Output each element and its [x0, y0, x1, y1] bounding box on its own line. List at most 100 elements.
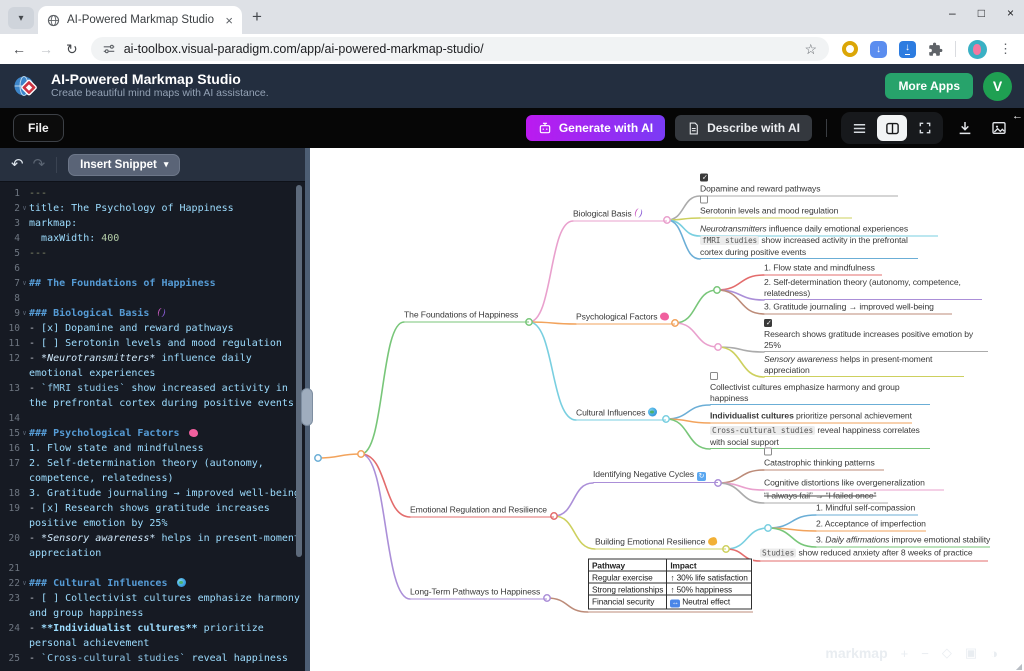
globe-icon — [648, 408, 657, 417]
node-individualist[interactable]: Individualist cultures prioritize person… — [710, 411, 912, 424]
file-menu-button[interactable]: File — [13, 114, 64, 142]
node-cognitive-distortions[interactable]: Cognitive distortions like overgeneraliz… — [764, 478, 944, 491]
reload-icon[interactable]: ↻ — [66, 42, 78, 56]
node-long-term[interactable]: Long-Term Pathways to Happiness — [410, 587, 547, 600]
theme-toggle-button[interactable]: ◑ — [990, 646, 998, 661]
window-minimize-button[interactable]: – — [949, 6, 956, 20]
node-circle[interactable] — [315, 455, 321, 461]
fold-icon[interactable]: ∨ — [20, 426, 29, 441]
editor-line: 10- [x] Dopamine and reward pathways — [2, 321, 305, 336]
node-research-gratitude[interactable]: Research shows gratitude increases posit… — [764, 319, 988, 352]
extension-save-icon[interactable]: ↓ — [899, 41, 916, 58]
code-text: - *Neurotransmitters* influence daily em… — [29, 351, 303, 381]
node-daily-affirmations[interactable]: 3. Daily affirmations improve emotional … — [816, 535, 990, 548]
window-maximize-button[interactable]: □ — [978, 6, 985, 20]
editor-line: 19- [x] Research shows gratitude increas… — [2, 501, 305, 531]
extensions-puzzle-icon[interactable] — [928, 42, 943, 57]
app-toolbar: File Generate with AI Describe with AI ← — [0, 108, 1024, 148]
site-settings-icon[interactable] — [103, 43, 115, 55]
node-foundations[interactable]: The Foundations of Happiness — [404, 310, 529, 323]
editor-lines[interactable]: 1---2∨title: The Psychology of Happiness… — [0, 182, 305, 666]
line-number: 21 — [2, 561, 20, 576]
new-tab-button[interactable]: + — [252, 7, 262, 27]
node-circle[interactable] — [715, 344, 721, 350]
code-text: - `Cross-cultural studies` reveal happin… — [29, 651, 303, 666]
checkbox-checked[interactable] — [700, 174, 708, 182]
editor-panel: ↶ ↷ Insert Snippet ▾ 1---2∨title: The Ps… — [0, 148, 305, 671]
node-biological-basis[interactable]: Biological Basis — [573, 209, 667, 222]
node-always-fail[interactable]: “I always fail” → “I failed once” — [764, 491, 888, 504]
back-icon[interactable]: ← — [12, 42, 26, 56]
editor-view-button[interactable] — [844, 115, 874, 141]
generate-with-ai-button[interactable]: Generate with AI — [526, 115, 665, 141]
fold-icon[interactable]: ∨ — [20, 276, 29, 291]
node-studies-anxiety[interactable]: Studies show reduced anxiety after 8 wee… — [760, 548, 988, 562]
bookmark-star-icon[interactable]: ☆ — [804, 41, 817, 58]
node-fmri[interactable]: fMRI studies show increased activity in … — [700, 235, 918, 259]
collapse-panel-icon[interactable]: ← — [1012, 110, 1023, 122]
split-view-button[interactable] — [877, 115, 907, 141]
browser-menu-icon[interactable]: ⋮ — [999, 41, 1012, 57]
insert-snippet-button[interactable]: Insert Snippet ▾ — [68, 154, 180, 176]
node-circle[interactable] — [714, 287, 720, 293]
editor-line: 12- *Neurotransmitters* influence daily … — [2, 351, 305, 381]
tab-title: AI-Powered Markmap Studio — [67, 14, 218, 26]
fold-icon[interactable]: ∨ — [20, 576, 29, 591]
url-text[interactable]: ai-toolbox.visual-paradigm.com/app/ai-po… — [124, 42, 796, 56]
node-circle[interactable] — [765, 525, 771, 531]
mindmap-canvas[interactable]: markmap + − ◇ ▣ ◑ The Foundations of Hap… — [310, 148, 1024, 671]
address-bar[interactable]: ai-toolbox.visual-paradigm.com/app/ai-po… — [91, 37, 829, 61]
editor-scrollbar[interactable] — [296, 185, 302, 557]
tab-search-button[interactable]: ▾ — [8, 7, 34, 29]
mindmap-link — [318, 454, 361, 458]
browser-tab[interactable]: AI-Powered Markmap Studio × — [38, 6, 242, 34]
node-emotional-regulation[interactable]: Emotional Regulation and Resilience — [410, 505, 554, 518]
zoom-in-button[interactable]: + — [901, 646, 909, 661]
more-apps-button[interactable]: More Apps — [885, 73, 973, 99]
node-flow-state[interactable]: 1. Flow state and mindfulness — [764, 263, 882, 276]
extension-ring-icon[interactable] — [842, 41, 858, 57]
download-button[interactable] — [953, 120, 977, 136]
checkbox-unchecked[interactable] — [764, 448, 772, 456]
fold-spacer — [20, 351, 29, 381]
describe-with-ai-button[interactable]: Describe with AI — [675, 115, 812, 141]
user-avatar[interactable]: V — [983, 72, 1012, 101]
node-serotonin[interactable]: Serotonin levels and mood regulation — [700, 196, 852, 219]
window-close-button[interactable]: × — [1007, 6, 1014, 20]
node-catastrophic[interactable]: Catastrophic thinking patterns — [764, 448, 884, 471]
node-dopamine[interactable]: Dopamine and reward pathways — [700, 174, 898, 197]
fold-icon[interactable]: ∨ — [20, 201, 29, 216]
browser-profile-avatar[interactable] — [968, 40, 987, 59]
node-pathways-table[interactable]: PathwayImpactRegular exercise↑ 30% life … — [588, 559, 753, 613]
node-psychological-factors[interactable]: Psychological Factors — [576, 312, 675, 325]
node-mindful-self-compassion[interactable]: 1. Mindful self-compassion — [816, 503, 918, 516]
checkbox-unchecked[interactable] — [700, 196, 708, 204]
node-building-resilience[interactable]: Building Emotional Resilience — [595, 537, 726, 550]
checkbox-unchecked[interactable] — [710, 372, 718, 380]
node-collectivist[interactable]: Collectivist cultures emphasize harmony … — [710, 372, 930, 405]
panel-resize-handle[interactable] — [301, 388, 313, 426]
recenter-button[interactable]: ▣ — [965, 645, 977, 661]
node-gratitude-journaling[interactable]: 3. Gratitude journaling → improved well-… — [764, 302, 952, 315]
fit-view-button[interactable]: ◇ — [942, 645, 952, 661]
node-cultural-influences[interactable]: Cultural Influences — [576, 408, 666, 421]
checkbox-checked[interactable] — [764, 319, 772, 327]
node-circle[interactable] — [358, 451, 364, 457]
line-number: 2 — [2, 201, 20, 216]
export-image-button[interactable] — [987, 120, 1011, 136]
divider — [56, 157, 57, 173]
node-cross-cultural[interactable]: Cross-cultural studies reveal happiness … — [710, 425, 930, 449]
node-identifying-negative-cycles[interactable]: Identifying Negative Cycles↻ — [593, 469, 718, 483]
zoom-out-button[interactable]: − — [921, 646, 929, 661]
extension-download-icon[interactable]: ↓ — [870, 41, 887, 58]
tab-close-icon[interactable]: × — [225, 14, 233, 27]
redo-button[interactable]: ↷ — [33, 157, 46, 172]
fold-icon[interactable]: ∨ — [20, 306, 29, 321]
undo-button[interactable]: ↶ — [11, 157, 24, 172]
forward-icon[interactable]: → — [39, 42, 53, 56]
node-self-determination[interactable]: 2. Self-determination theory (autonomy, … — [764, 277, 982, 300]
table-cell: Regular exercise — [589, 571, 667, 583]
fullscreen-view-button[interactable] — [910, 115, 940, 141]
editor-line: 24- **Individualist cultures** prioritiz… — [2, 621, 305, 651]
node-acceptance[interactable]: 2. Acceptance of imperfection — [816, 519, 926, 532]
